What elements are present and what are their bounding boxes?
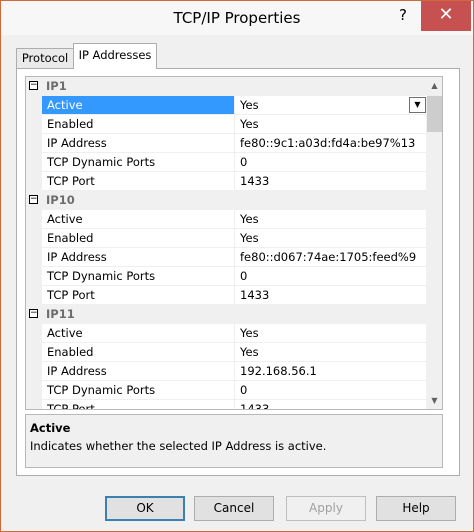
tcpip-properties-dialog: TCP/IP Properties ? ✕ Protocol IP Addres… xyxy=(0,0,474,532)
property-name: IP Address xyxy=(42,134,235,152)
property-name: TCP Dynamic Ports xyxy=(42,153,235,171)
property-row[interactable]: Enabled Yes xyxy=(42,229,426,248)
property-row[interactable]: Enabled Yes xyxy=(42,343,426,362)
group-name: IP10 xyxy=(46,193,75,207)
property-row[interactable]: TCP Dynamic Ports 0 xyxy=(42,153,426,172)
description-pane: Active Indicates whether the selected IP… xyxy=(25,414,443,468)
scroll-up-icon[interactable]: ▲ xyxy=(426,77,442,94)
property-row[interactable]: TCP Port 1433 xyxy=(42,172,426,191)
group-header-ip11[interactable]: − IP11 xyxy=(26,305,426,324)
property-row[interactable]: TCP Dynamic Ports 0 xyxy=(42,267,426,286)
description-title: Active xyxy=(30,421,71,435)
property-value[interactable]: 0 xyxy=(236,381,426,399)
property-name: Enabled xyxy=(42,115,235,133)
property-row[interactable]: IP Address fe80::9c1:a03d:fd4a:be97%13 xyxy=(42,134,426,153)
property-name: Active xyxy=(42,210,235,228)
title-bar[interactable]: TCP/IP Properties ? ✕ xyxy=(1,1,473,35)
property-name: TCP Port xyxy=(42,400,235,409)
property-value[interactable]: Yes xyxy=(236,324,426,342)
dropdown-arrow-icon[interactable]: ▼ xyxy=(409,97,426,113)
group-header-ip1[interactable]: − IP1 xyxy=(26,77,426,96)
property-row[interactable]: IP Address fe80::d067:74ae:1705:feed%9 xyxy=(42,248,426,267)
property-value[interactable]: 192.168.56.1 xyxy=(236,362,426,380)
property-name: TCP Dynamic Ports xyxy=(42,381,235,399)
property-value[interactable]: 1433 xyxy=(236,286,426,304)
scroll-down-icon[interactable]: ▼ xyxy=(426,392,442,409)
apply-button[interactable]: Apply xyxy=(286,496,366,521)
collapse-icon[interactable]: − xyxy=(29,195,38,204)
property-value[interactable]: 0 xyxy=(236,267,426,285)
grid-gutter xyxy=(26,77,42,409)
property-name: TCP Port xyxy=(42,172,235,190)
group-name: IP1 xyxy=(46,79,67,93)
collapse-icon[interactable]: − xyxy=(29,309,38,318)
help-button[interactable]: Help xyxy=(376,496,456,521)
property-row[interactable]: IP Address 192.168.56.1 xyxy=(42,362,426,381)
property-value[interactable]: fe80::9c1:a03d:fd4a:be97%13 xyxy=(236,134,426,152)
property-value[interactable]: Yes xyxy=(236,96,426,114)
property-name: TCP Dynamic Ports xyxy=(42,267,235,285)
collapse-icon[interactable]: − xyxy=(29,81,38,90)
property-value[interactable]: Yes xyxy=(236,210,426,228)
property-row[interactable]: Enabled Yes xyxy=(42,115,426,134)
tab-ip-addresses[interactable]: IP Addresses xyxy=(73,43,157,69)
property-value[interactable]: Yes xyxy=(236,229,426,247)
group-name: IP11 xyxy=(46,307,75,321)
property-value[interactable]: 1433 xyxy=(236,172,426,190)
property-name: IP Address xyxy=(42,248,235,266)
cancel-button[interactable]: Cancel xyxy=(194,496,274,521)
tab-protocol[interactable]: Protocol xyxy=(16,48,74,69)
property-row[interactable]: Active Yes xyxy=(42,324,426,343)
property-value[interactable]: Yes xyxy=(236,343,426,361)
description-text: Indicates whether the selected IP Addres… xyxy=(30,439,327,453)
property-name: Enabled xyxy=(42,343,235,361)
property-value[interactable]: fe80::d067:74ae:1705:feed%9 xyxy=(236,248,426,266)
help-icon[interactable]: ? xyxy=(387,1,419,31)
property-value[interactable]: 1433 xyxy=(236,400,426,409)
property-value[interactable]: Yes xyxy=(236,115,426,133)
scrollbar-thumb[interactable] xyxy=(427,96,442,132)
group-header-ip10[interactable]: − IP10 xyxy=(26,191,426,210)
property-row[interactable]: Active Yes xyxy=(42,210,426,229)
property-value[interactable]: 0 xyxy=(236,153,426,171)
property-name: Enabled xyxy=(42,229,235,247)
property-name: TCP Port xyxy=(42,286,235,304)
close-icon[interactable]: ✕ xyxy=(421,1,471,31)
vertical-scrollbar[interactable]: ▲ ▼ xyxy=(426,77,442,409)
property-name: Active xyxy=(42,324,235,342)
property-row[interactable]: TCP Port 1433 xyxy=(42,400,426,409)
property-row[interactable]: Active Yes ▼ xyxy=(42,96,426,115)
property-grid[interactable]: − IP1 Active Yes ▼ Enabled Yes IP Addres… xyxy=(25,76,443,410)
property-name: Active xyxy=(42,96,235,114)
ok-button[interactable]: OK xyxy=(105,496,185,521)
property-name: IP Address xyxy=(42,362,235,380)
property-row[interactable]: TCP Port 1433 xyxy=(42,286,426,305)
property-row[interactable]: TCP Dynamic Ports 0 xyxy=(42,381,426,400)
